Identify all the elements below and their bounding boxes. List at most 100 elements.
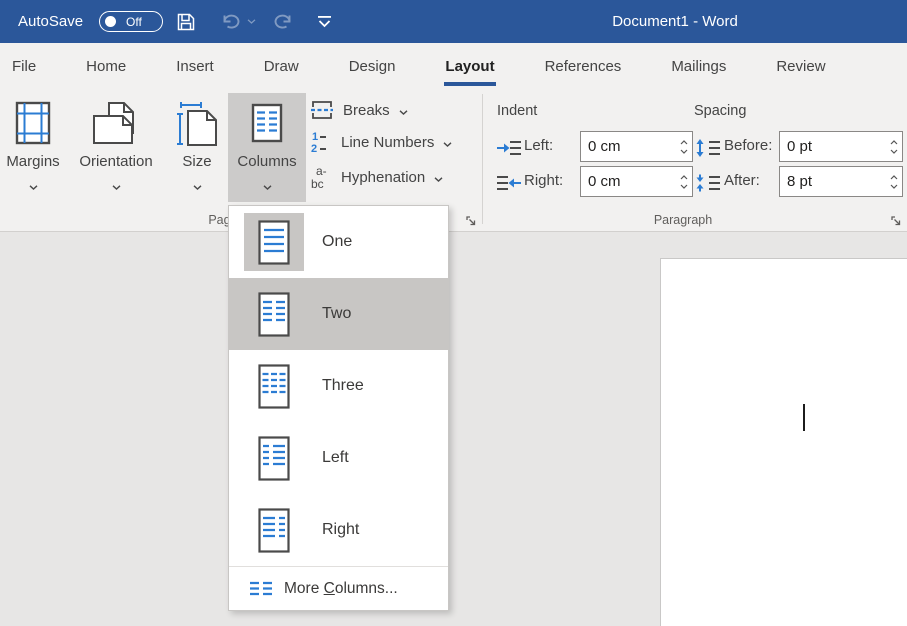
chevron-down-icon	[193, 177, 202, 195]
svg-text:1: 1	[312, 131, 318, 143]
document-page[interactable]	[660, 258, 907, 626]
spinner-up-icon[interactable]	[890, 175, 898, 180]
columns-icon	[251, 98, 283, 148]
text-cursor	[803, 404, 805, 431]
tab-home[interactable]: Home	[86, 43, 126, 90]
chevron-down-icon	[434, 169, 443, 186]
redo-icon	[271, 13, 293, 30]
tab-review[interactable]: Review	[776, 43, 825, 90]
spacing-heading: Spacing	[694, 103, 746, 119]
dialog-launcher-icon	[891, 216, 902, 227]
save-icon	[176, 12, 196, 32]
toggle-knob	[105, 16, 116, 27]
columns-menu-item-left[interactable]: Left	[229, 422, 448, 494]
chevron-down-icon	[443, 134, 452, 151]
indent-right-stepper	[675, 167, 692, 196]
spacing-before-icon	[695, 138, 721, 163]
breaks-button[interactable]: Breaks	[309, 97, 408, 123]
chevron-down-icon	[399, 102, 408, 119]
indent-right-input[interactable]	[581, 167, 675, 196]
columns-label: Columns	[237, 153, 296, 170]
breaks-icon	[309, 98, 335, 122]
indent-right-field[interactable]	[580, 166, 693, 197]
hyphenation-button[interactable]: a- bc Hyphenation	[309, 164, 443, 190]
tab-draw[interactable]: Draw	[264, 43, 299, 90]
undo-icon	[221, 13, 243, 30]
spinner-down-icon[interactable]	[890, 184, 898, 189]
columns-button[interactable]: Columns	[228, 93, 306, 202]
spacing-before-stepper	[885, 132, 902, 161]
more-columns-label: More Columns...	[284, 580, 398, 598]
tab-insert[interactable]: Insert	[176, 43, 214, 90]
spinner-down-icon[interactable]	[890, 149, 898, 154]
tab-file[interactable]: File	[12, 43, 36, 90]
more-columns-menu-item[interactable]: More Columns...	[229, 567, 448, 610]
spacing-after-stepper	[885, 167, 902, 196]
breaks-label: Breaks	[343, 102, 390, 119]
chevron-down-icon	[29, 177, 38, 195]
columns-menu-item-right[interactable]: Right	[229, 494, 448, 566]
indent-heading: Indent	[497, 103, 537, 119]
line-numbers-button[interactable]: 1 2 Line Numbers	[309, 129, 452, 155]
paragraph-dialog-launcher[interactable]	[891, 214, 903, 226]
orientation-icon	[92, 98, 140, 148]
menu-item-label: One	[322, 233, 352, 251]
ribbon: Margins Orientation	[0, 90, 907, 232]
columns-menu-item-one[interactable]: One	[229, 206, 448, 278]
right-column-icon	[244, 501, 304, 559]
spacing-after-icon	[695, 173, 721, 198]
tab-mailings[interactable]: Mailings	[671, 43, 726, 90]
undo-dropdown-button[interactable]	[247, 0, 256, 43]
redo-button[interactable]	[271, 0, 293, 43]
size-icon	[175, 98, 219, 148]
dialog-launcher-icon	[466, 216, 477, 227]
columns-dropdown-menu: One Two	[228, 205, 449, 611]
spinner-up-icon[interactable]	[680, 140, 688, 145]
document-area	[0, 232, 907, 626]
spacing-before-field[interactable]	[779, 131, 903, 162]
chevron-down-icon	[112, 177, 121, 195]
size-button[interactable]: Size	[168, 93, 226, 202]
spacing-before-input[interactable]	[780, 132, 885, 161]
tab-layout[interactable]: Layout	[445, 43, 494, 90]
spacing-after-field[interactable]	[779, 166, 903, 197]
spacing-after-input[interactable]	[780, 167, 885, 196]
undo-button[interactable]	[221, 0, 243, 43]
hyphenation-label: Hyphenation	[341, 169, 425, 186]
spacing-after-label: After:	[724, 172, 760, 189]
size-label: Size	[182, 153, 211, 170]
spinner-down-icon[interactable]	[680, 149, 688, 154]
customize-quick-access-button[interactable]	[317, 0, 332, 43]
save-button[interactable]	[176, 0, 196, 43]
svg-text:a-: a-	[316, 164, 327, 178]
autosave-toggle[interactable]: Off	[99, 11, 163, 32]
margins-label: Margins	[6, 153, 59, 170]
line-numbers-label: Line Numbers	[341, 134, 434, 151]
indent-left-input[interactable]	[581, 132, 675, 161]
one-column-icon	[244, 213, 304, 271]
spinner-up-icon[interactable]	[890, 140, 898, 145]
margins-button[interactable]: Margins	[2, 93, 64, 202]
indent-left-icon	[496, 138, 522, 163]
tab-references[interactable]: References	[545, 43, 622, 90]
word-window: AutoSave Off	[0, 0, 907, 626]
page-setup-dialog-launcher[interactable]	[466, 214, 478, 226]
document-title: Document1 - Word	[612, 0, 738, 43]
columns-menu-item-two[interactable]: Two	[229, 278, 448, 350]
svg-text:bc: bc	[311, 177, 324, 190]
spacing-before-label: Before:	[724, 137, 772, 154]
chevron-down-icon	[247, 19, 256, 24]
spinner-down-icon[interactable]	[680, 184, 688, 189]
title-bar: AutoSave Off	[0, 0, 907, 43]
columns-menu-item-three[interactable]: Three	[229, 350, 448, 422]
group-separator	[482, 94, 483, 224]
indent-left-field[interactable]	[580, 131, 693, 162]
two-columns-icon	[244, 285, 304, 343]
tab-design[interactable]: Design	[349, 43, 396, 90]
indent-left-stepper	[675, 132, 692, 161]
orientation-button[interactable]: Orientation	[66, 93, 166, 202]
hyphenation-icon: a- bc	[309, 164, 333, 190]
spinner-up-icon[interactable]	[680, 175, 688, 180]
more-columns-icon	[249, 580, 273, 597]
menu-item-label: Two	[322, 305, 351, 323]
